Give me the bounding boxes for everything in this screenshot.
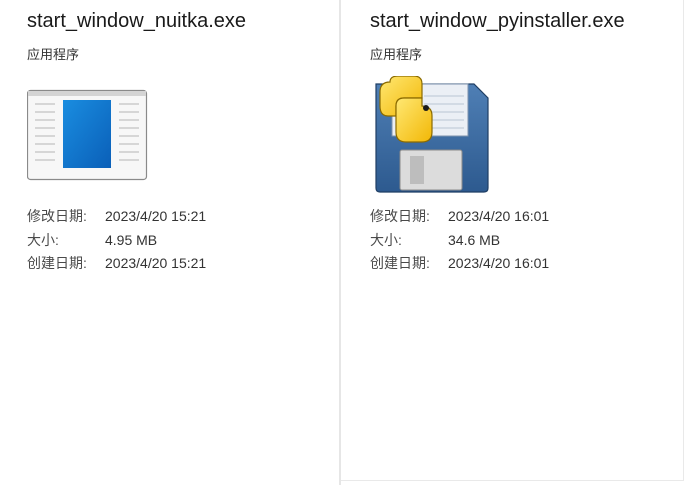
property-size: 大小: 4.95 MB <box>27 232 206 256</box>
file-type: 应用程序 <box>370 47 423 62</box>
file-properties: 修改日期: 2023/4/20 16:01 大小: 34.6 MB 创建日期: 202… <box>370 208 549 279</box>
property-size: 大小: 34.6 MB <box>370 232 549 256</box>
property-created: 创建日期: 2023/4/20 16:01 <box>370 255 549 279</box>
property-modified: 修改日期: 2023/4/20 16:01 <box>370 208 549 232</box>
file-details-view: start_window_nuitka.exe 应用程序 修改日期: 2023/… <box>0 0 684 485</box>
property-value: 2023/4/20 16:01 <box>448 208 550 224</box>
property-modified: 修改日期: 2023/4/20 15:21 <box>27 208 206 232</box>
property-value: 2023/4/20 16:01 <box>448 255 550 271</box>
file-properties: 修改日期: 2023/4/20 15:21 大小: 4.95 MB 创建日期: 202… <box>27 208 206 279</box>
property-label: 修改日期: <box>27 208 87 224</box>
property-label: 大小: <box>370 231 402 248</box>
property-value: 34.6 MB <box>448 231 501 248</box>
python-floppy-icon <box>370 75 494 196</box>
property-value: 2023/4/20 15:21 <box>105 255 207 271</box>
property-value: 2023/4/20 15:21 <box>105 208 207 224</box>
property-created: 创建日期: 2023/4/20 15:21 <box>27 255 206 279</box>
property-label: 大小: <box>27 231 59 248</box>
property-value: 4.95 MB <box>105 231 158 248</box>
property-label: 创建日期: <box>27 255 87 271</box>
file-name: start_window_pyinstaller.exe <box>370 10 625 32</box>
property-label: 创建日期: <box>370 255 430 271</box>
file-type: 应用程序 <box>27 47 80 62</box>
file-name: start_window_nuitka.exe <box>27 10 247 32</box>
window-app-icon <box>26 76 151 196</box>
property-label: 修改日期: <box>370 208 430 224</box>
